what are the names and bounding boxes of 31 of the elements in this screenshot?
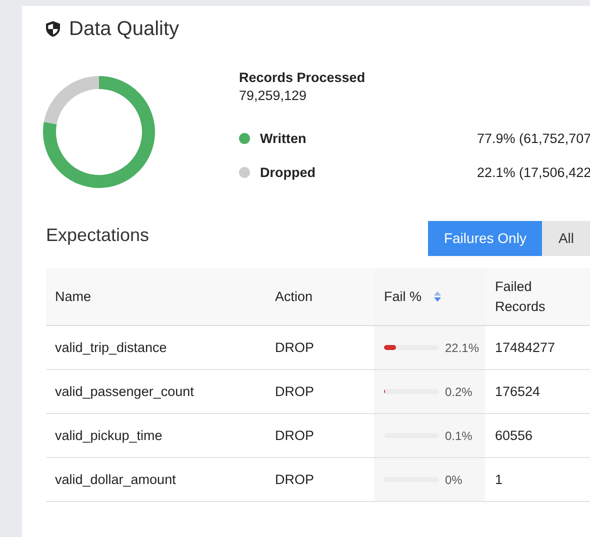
- table-cell: DROP: [275, 428, 314, 443]
- sort-icon[interactable]: [434, 291, 441, 302]
- table-cell: 0%: [445, 472, 462, 486]
- shield-icon: [46, 21, 60, 37]
- legend-value: 22.1% (17,506,422: [477, 164, 590, 180]
- section-title: Expectations: [46, 224, 150, 246]
- table-cell: valid_trip_distance: [55, 340, 167, 355]
- panel-title: Data Quality: [69, 18, 180, 40]
- table-cell: 1: [495, 472, 503, 487]
- table-cell: 0.1%: [445, 428, 472, 442]
- table-cell: 17484277: [495, 340, 556, 355]
- legend-label: Written: [260, 130, 308, 146]
- records-count: 79,259,129: [239, 88, 308, 103]
- table-cell: DROP: [275, 340, 314, 355]
- records-label: Records Processed: [239, 70, 366, 85]
- column-header: Name: [55, 289, 92, 304]
- column-header: Fail %: [384, 289, 422, 304]
- table-cell: 176524: [495, 384, 540, 399]
- filter-tab[interactable]: All: [542, 220, 590, 256]
- legend-value: 77.9% (61,752,707: [477, 130, 590, 146]
- table-cell: valid_passenger_count: [55, 384, 194, 399]
- table-cell: valid_pickup_time: [55, 428, 162, 443]
- column-header: Failed Records: [495, 278, 546, 316]
- column-header: Action: [275, 289, 313, 304]
- table-cell: DROP: [275, 384, 314, 399]
- table-cell: 22.1%: [445, 340, 480, 354]
- legend-label: Dropped: [260, 164, 316, 180]
- table-cell: 0.2%: [445, 384, 472, 398]
- table-cell: valid_dollar_amount: [55, 472, 176, 487]
- table-cell: DROP: [275, 472, 314, 487]
- table-cell: 60556: [495, 428, 533, 443]
